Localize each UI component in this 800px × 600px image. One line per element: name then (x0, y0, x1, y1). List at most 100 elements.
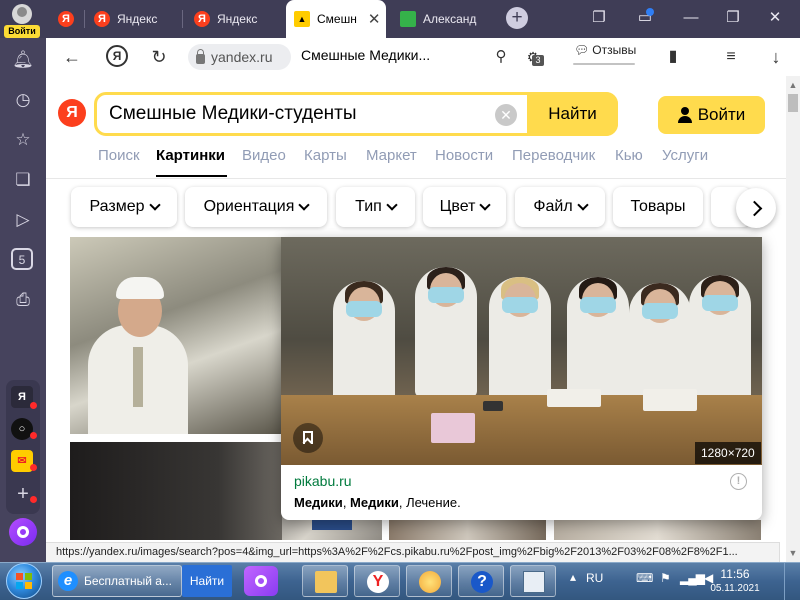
minimize-button[interactable]: — (676, 6, 706, 30)
image-description[interactable]: Медики, Медики, Лечение. (294, 495, 461, 510)
reviews-button[interactable]: 💬︎ Отзывы (574, 43, 636, 57)
tab-yandex-2[interactable]: Я Яндекс (86, 4, 180, 34)
bell-icon[interactable]: 🔔︎ (11, 48, 35, 72)
vertical-scrollbar[interactable] (786, 76, 800, 562)
yandex-home-button[interactable]: Я (106, 45, 128, 67)
new-tab-button[interactable]: + (506, 7, 528, 29)
tab-images-active[interactable]: ▲ Смешн ✕ (286, 0, 386, 38)
media-play-icon[interactable]: ▷ (11, 208, 35, 232)
taskbar-task-label: Бесплатный а... (84, 574, 172, 588)
image-preview-card[interactable]: 1280×720 pikabu.ru Медики, Медики, Лечен… (281, 237, 762, 520)
translate-icon[interactable]: ⚲ (488, 44, 514, 70)
service-tab-maps[interactable]: Карты (304, 147, 347, 164)
notification-badge (30, 464, 37, 471)
scroll-up-arrow-icon[interactable]: ▲ (786, 78, 800, 92)
downloads-icon[interactable]: ▭ (630, 6, 660, 30)
keyboard-tray-icon[interactable]: ⌨ (636, 571, 653, 585)
reviews-label: Отзывы (592, 43, 637, 57)
screenshot-icon[interactable]: ⎙ (11, 288, 35, 312)
report-info-icon[interactable]: ! (730, 473, 747, 490)
taskbar-find-button[interactable]: Найти (182, 565, 232, 597)
bookmark-icon[interactable]: ▮ (660, 44, 686, 70)
taskbar-ie-window[interactable]: e Бесплатный а... (52, 565, 182, 597)
tray-expand-icon[interactable]: ▴ (570, 570, 576, 584)
filter-orientation[interactable]: Ориентация (185, 187, 327, 227)
lock-icon (196, 48, 205, 64)
taskbar-clock[interactable]: 11:56 05.11.2021 (710, 567, 760, 594)
images-favicon-icon: ▲ (294, 11, 310, 27)
yandex-favicon-icon: Я (94, 11, 110, 27)
star-icon[interactable]: ☆ (11, 128, 35, 152)
alice-taskbar-icon[interactable] (244, 566, 278, 596)
download-icon[interactable]: ↓ (763, 44, 789, 70)
back-arrow-icon[interactable]: ← (59, 44, 85, 70)
sign-in-button[interactable]: Войти (658, 96, 765, 134)
close-tab-icon[interactable]: ✕ (368, 10, 381, 28)
scroll-down-arrow-icon[interactable]: ▼ (786, 546, 800, 560)
image-result[interactable] (554, 520, 761, 540)
search-input[interactable] (109, 103, 489, 125)
notification-badge (30, 432, 37, 439)
service-tab-uslugi[interactable]: Услуги (662, 147, 708, 164)
image-result-dark[interactable] (70, 442, 282, 540)
tab-yandex-3[interactable]: Я Яндекс (186, 4, 280, 34)
preview-image[interactable]: 1280×720 (281, 237, 762, 465)
url-field[interactable]: yandex.ru (188, 44, 291, 70)
history-icon[interactable]: ◷ (11, 88, 35, 112)
filter-label: Размер (89, 198, 145, 215)
source-domain-link[interactable]: pikabu.ru (294, 473, 352, 489)
show-desktop-button[interactable] (784, 563, 800, 600)
close-window-button[interactable]: ✕ (760, 6, 790, 30)
desc-text: , Лечение. (398, 495, 461, 510)
filter-type[interactable]: Тип (336, 187, 415, 227)
taskbar-explorer[interactable] (302, 565, 348, 597)
filters-next-button[interactable] (736, 188, 776, 228)
flag-tray-icon[interactable]: ⚑ (660, 571, 671, 585)
folder-icon (315, 571, 337, 593)
service-tab-q[interactable]: Кью (615, 147, 643, 164)
scrollbar-thumb[interactable] (788, 94, 798, 112)
image-result-sleeping-student[interactable] (70, 237, 282, 434)
maximize-button[interactable]: ❐ (718, 6, 748, 30)
service-tab-search[interactable]: Поиск (98, 147, 140, 164)
filter-color[interactable]: Цвет (423, 187, 506, 227)
yandex-logo[interactable]: Я (58, 99, 86, 127)
service-tab-news[interactable]: Новости (435, 147, 493, 164)
filter-label: Ориентация (203, 198, 295, 215)
filter-size[interactable]: Размер (71, 187, 177, 227)
taskbar-help[interactable]: ? (458, 565, 504, 597)
taskbar-yandex-browser[interactable]: Y (354, 565, 400, 597)
internet-explorer-icon: e (58, 571, 78, 591)
calendar-icon[interactable]: 5 (11, 248, 33, 270)
taskbar-calculator[interactable] (510, 565, 556, 597)
tab-alexander[interactable]: Александ (392, 4, 492, 34)
tab-label: Александ (423, 12, 477, 26)
start-button[interactable] (6, 563, 42, 599)
yandex-browser-icon: Y (367, 571, 389, 593)
image-result[interactable] (389, 520, 546, 540)
clear-search-icon[interactable]: ✕ (495, 104, 517, 126)
service-tab-images[interactable]: Картинки (156, 147, 225, 164)
bookmark-icon[interactable] (293, 423, 323, 453)
service-tab-translator[interactable]: Переводчик (512, 147, 595, 164)
network-signal-icon[interactable]: ▂▄▆ (680, 571, 705, 585)
find-button[interactable]: Найти (527, 92, 618, 136)
tabs-overview-icon[interactable]: ❐ (584, 6, 614, 30)
filter-file[interactable]: Файл (515, 187, 605, 227)
language-indicator[interactable]: RU (586, 571, 603, 585)
menu-icon[interactable]: ≡ (718, 44, 744, 70)
taskbar-paint[interactable] (406, 565, 452, 597)
status-bar-url: https://yandex.ru/images/search?pos=4&im… (46, 542, 780, 562)
profile-button[interactable]: Войти (4, 2, 40, 38)
paint-palette-icon (419, 571, 441, 593)
chevron-down-icon (479, 199, 492, 211)
service-tab-video[interactable]: Видео (242, 147, 286, 164)
notification-dot (646, 8, 654, 16)
collections-icon[interactable]: ❏ (11, 168, 35, 192)
chevron-down-icon (298, 199, 311, 211)
alice-assistant-icon[interactable] (9, 518, 37, 546)
tab-yandex-1[interactable]: Я (50, 4, 82, 34)
reload-icon[interactable]: ↻ (146, 44, 172, 70)
service-tab-market[interactable]: Маркет (366, 147, 417, 164)
filter-goods[interactable]: Товары (613, 187, 703, 227)
